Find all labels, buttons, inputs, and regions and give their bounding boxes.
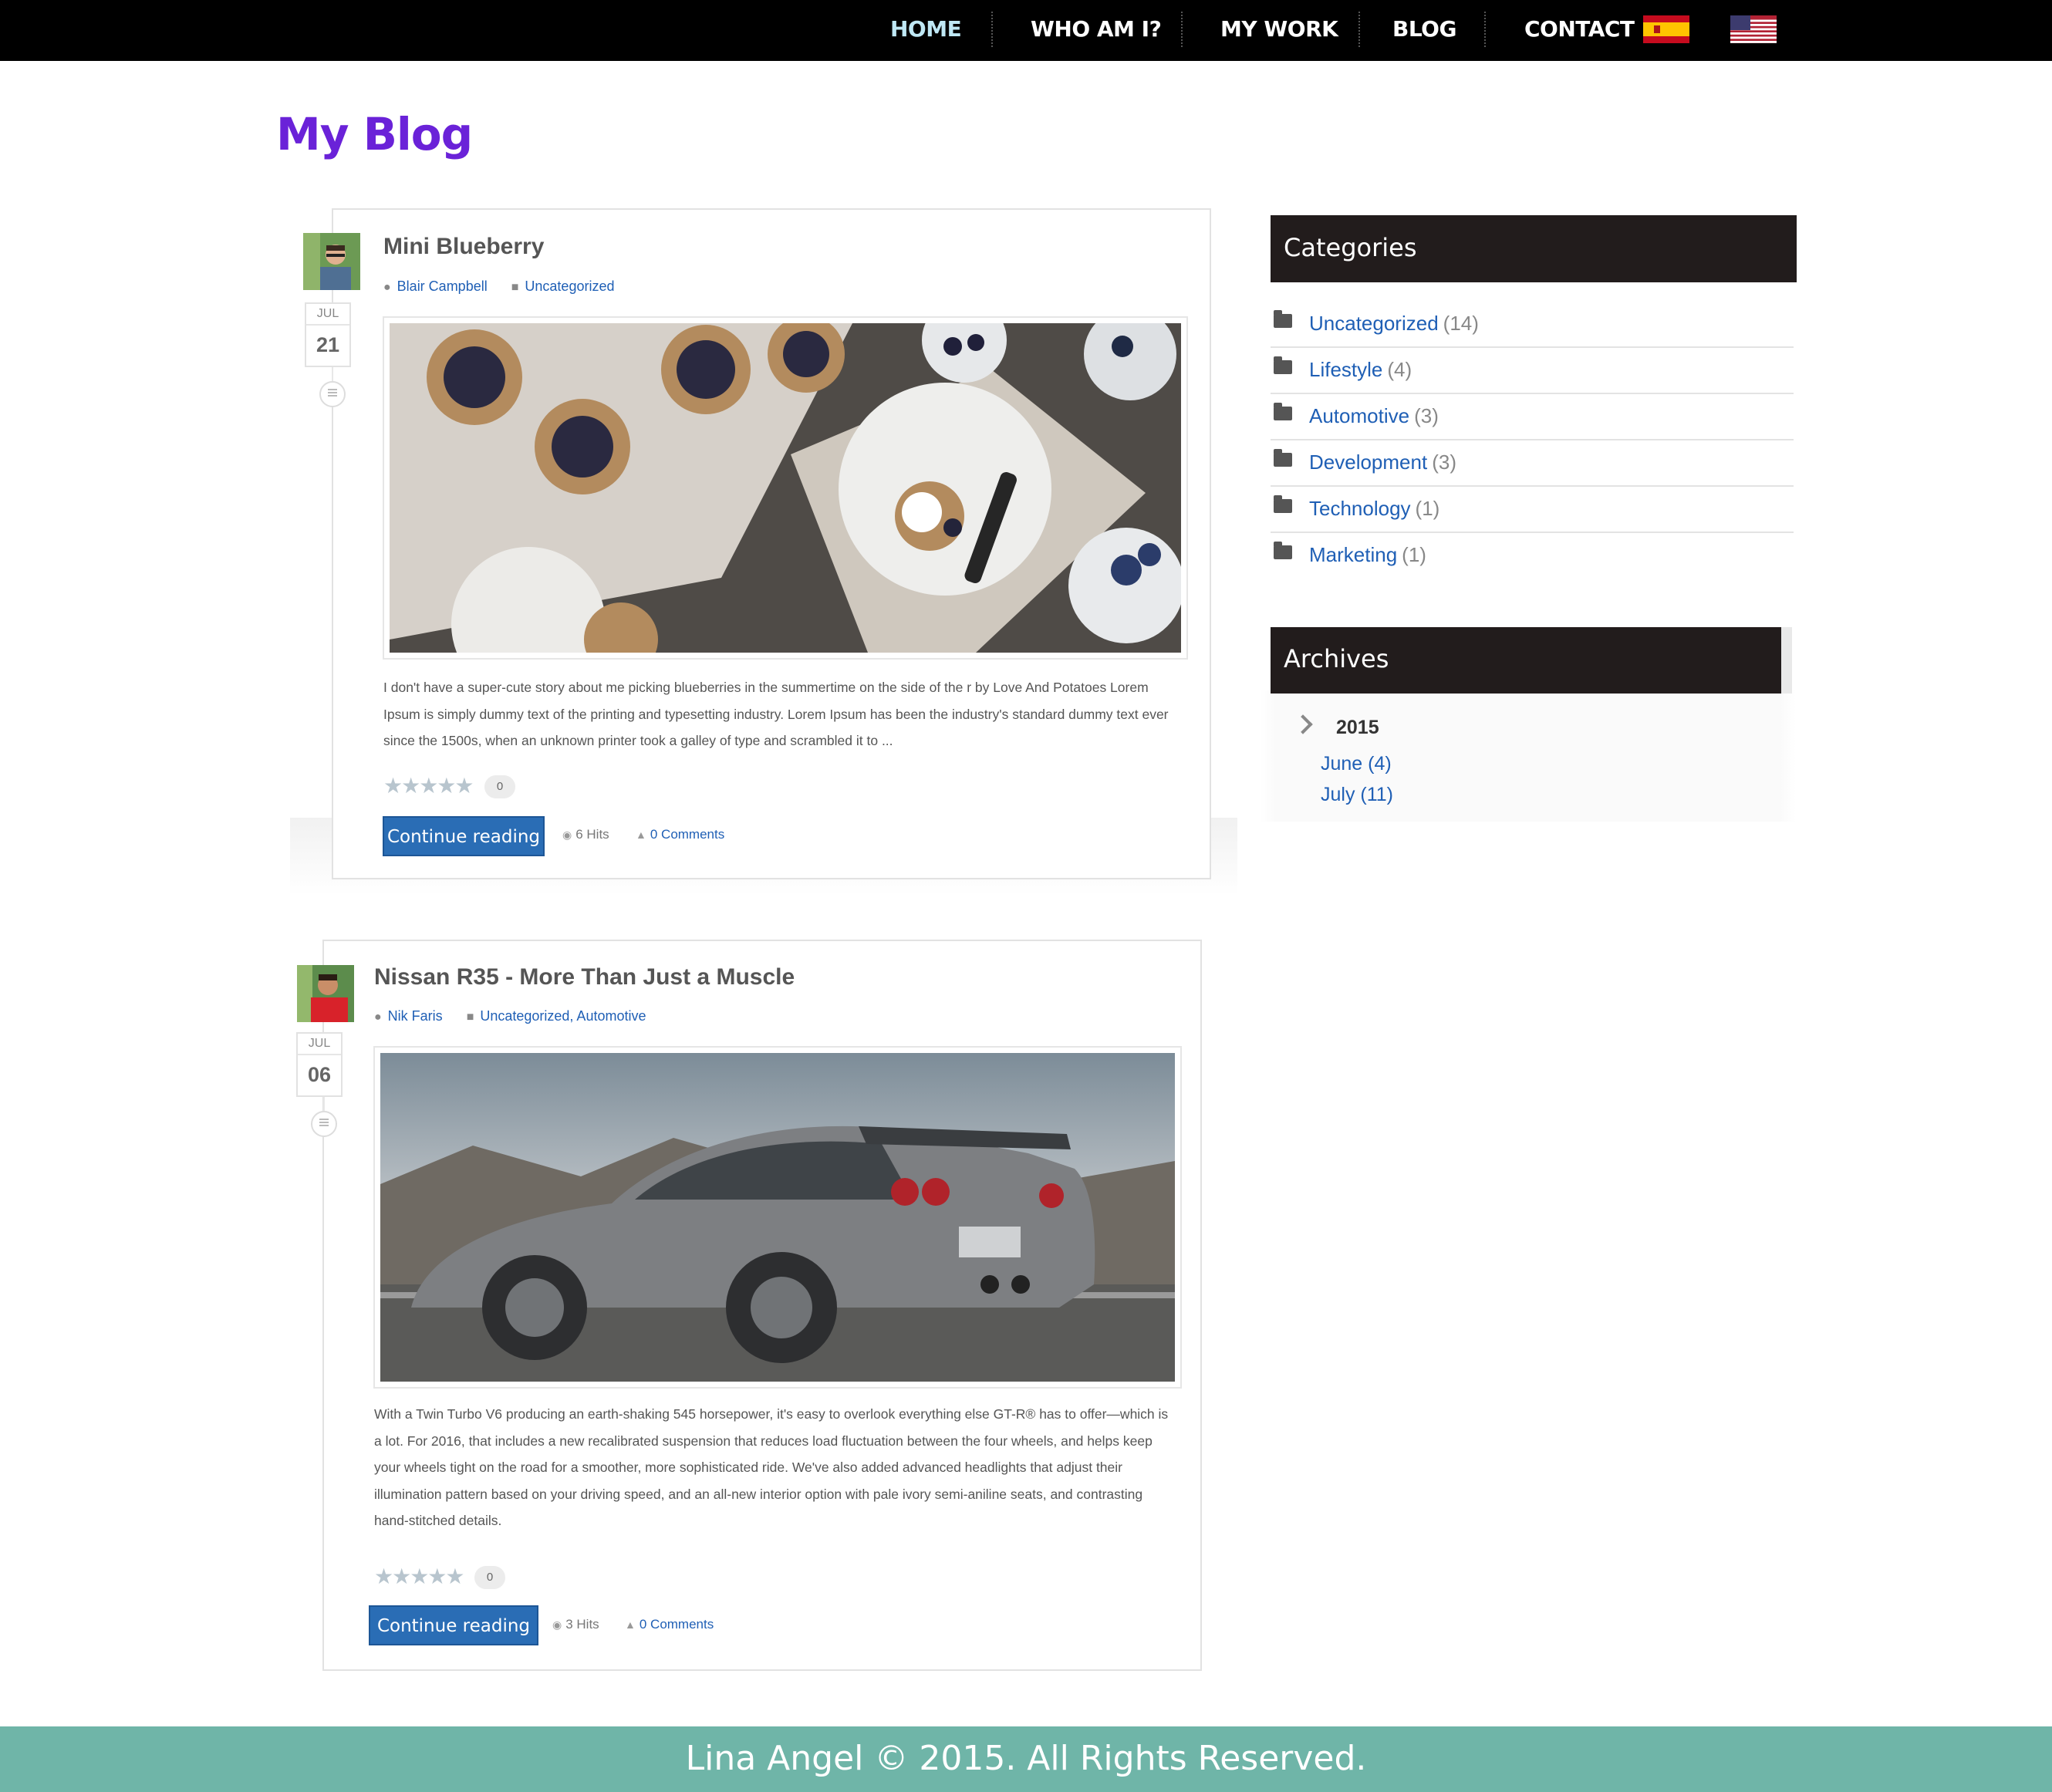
archive-year[interactable]: 2015 xyxy=(1336,717,1379,739)
folder-icon: ■ xyxy=(511,281,519,294)
category-item[interactable]: Lifestyle (4) xyxy=(1271,347,1794,394)
category-item[interactable]: Marketing (1) xyxy=(1271,532,1794,578)
top-navigation-bar: HOME WHO AM I? MY WORK BLOG CONTACT xyxy=(0,0,2052,61)
comment-icon: ▲ xyxy=(636,829,646,841)
post-date: JUL 21 xyxy=(305,302,351,367)
rating-stars[interactable]: ★★★★★ xyxy=(383,773,474,798)
author-link[interactable]: Nik Faris xyxy=(388,1008,443,1024)
rating-count-badge: 0 xyxy=(474,1566,505,1589)
nav-separator xyxy=(1484,12,1486,47)
folder-icon: ■ xyxy=(466,1011,474,1024)
post-date: JUL 06 xyxy=(296,1032,343,1097)
post-format-icon xyxy=(311,1111,337,1137)
continue-reading-button[interactable]: Continue reading xyxy=(383,816,545,856)
folder-icon xyxy=(1274,356,1292,374)
author-link[interactable]: Blair Campbell xyxy=(397,278,488,294)
copyright-text: Lina Angel © 2015. All Rights Reserved. xyxy=(685,1739,1367,1778)
folder-icon xyxy=(1274,542,1292,559)
nav-separator xyxy=(1181,12,1183,47)
folder-icon xyxy=(1274,495,1292,513)
user-icon: ● xyxy=(374,1011,382,1024)
comment-icon: ▲ xyxy=(625,1618,636,1631)
categories-widget-title: Categories xyxy=(1271,215,1797,282)
comments-link[interactable]: ▲ 0 Comments xyxy=(625,1617,714,1632)
post-image-frame[interactable] xyxy=(383,316,1188,660)
post-meta: ● Blair Campbell ■ Uncategorized xyxy=(383,278,614,295)
category-link[interactable]: Uncategorized xyxy=(525,278,614,294)
category-item[interactable]: Automotive (3) xyxy=(1271,393,1794,440)
blueberry-tarts-image xyxy=(390,323,1181,653)
category-link[interactable]: Uncategorized, Automotive xyxy=(480,1008,646,1024)
hits-count: ◉ 6 Hits xyxy=(562,827,609,842)
post-excerpt: I don't have a super-cute story about me… xyxy=(383,680,1169,748)
nav-separator xyxy=(991,12,993,47)
rating-count-badge: 0 xyxy=(484,775,515,798)
us-flag-icon[interactable] xyxy=(1730,15,1777,43)
post-image-frame[interactable] xyxy=(373,1046,1182,1389)
nav-blog[interactable]: BLOG xyxy=(1392,0,1456,61)
author-avatar[interactable] xyxy=(297,965,354,1022)
eye-icon: ◉ xyxy=(552,1618,562,1631)
footer: Lina Angel © 2015. All Rights Reserved. xyxy=(0,1726,2052,1792)
eye-icon: ◉ xyxy=(562,829,572,841)
nav-who-am-i[interactable]: WHO AM I? xyxy=(1031,0,1162,61)
folder-icon xyxy=(1274,403,1292,420)
comments-link[interactable]: ▲ 0 Comments xyxy=(636,827,724,842)
nav-contact[interactable]: CONTACT xyxy=(1524,0,1635,61)
archives-widget-title: Archives xyxy=(1271,627,1781,694)
post-meta: ● Nik Faris ■ Uncategorized, Automotive xyxy=(374,1008,646,1024)
spain-flag-icon[interactable] xyxy=(1643,15,1689,43)
nav-separator xyxy=(1358,12,1360,47)
hits-count: ◉ 3 Hits xyxy=(552,1617,599,1632)
post-title[interactable]: Nissan R35 - More Than Just a Muscle xyxy=(374,964,795,990)
post-excerpt: With a Twin Turbo V6 producing an earth-… xyxy=(374,1406,1169,1528)
post-format-icon xyxy=(319,381,346,407)
category-item[interactable]: Uncategorized (14) xyxy=(1271,301,1794,348)
rating-stars[interactable]: ★★★★★ xyxy=(374,1564,465,1589)
post-title[interactable]: Mini Blueberry xyxy=(383,234,544,260)
archive-month-link[interactable]: June (4) xyxy=(1321,753,1392,775)
page-title: My Blog xyxy=(276,108,473,160)
author-avatar[interactable] xyxy=(303,233,360,290)
category-item[interactable]: Technology (1) xyxy=(1271,486,1794,533)
nav-my-work[interactable]: MY WORK xyxy=(1220,0,1338,61)
folder-icon xyxy=(1274,310,1292,328)
user-icon: ● xyxy=(383,281,391,294)
folder-icon xyxy=(1274,449,1292,467)
nissan-gtr-image xyxy=(380,1053,1175,1382)
category-item[interactable]: Development (3) xyxy=(1271,440,1794,487)
nav-home[interactable]: HOME xyxy=(890,0,962,61)
archive-month-link[interactable]: July (11) xyxy=(1321,784,1393,806)
continue-reading-button[interactable]: Continue reading xyxy=(369,1605,538,1645)
